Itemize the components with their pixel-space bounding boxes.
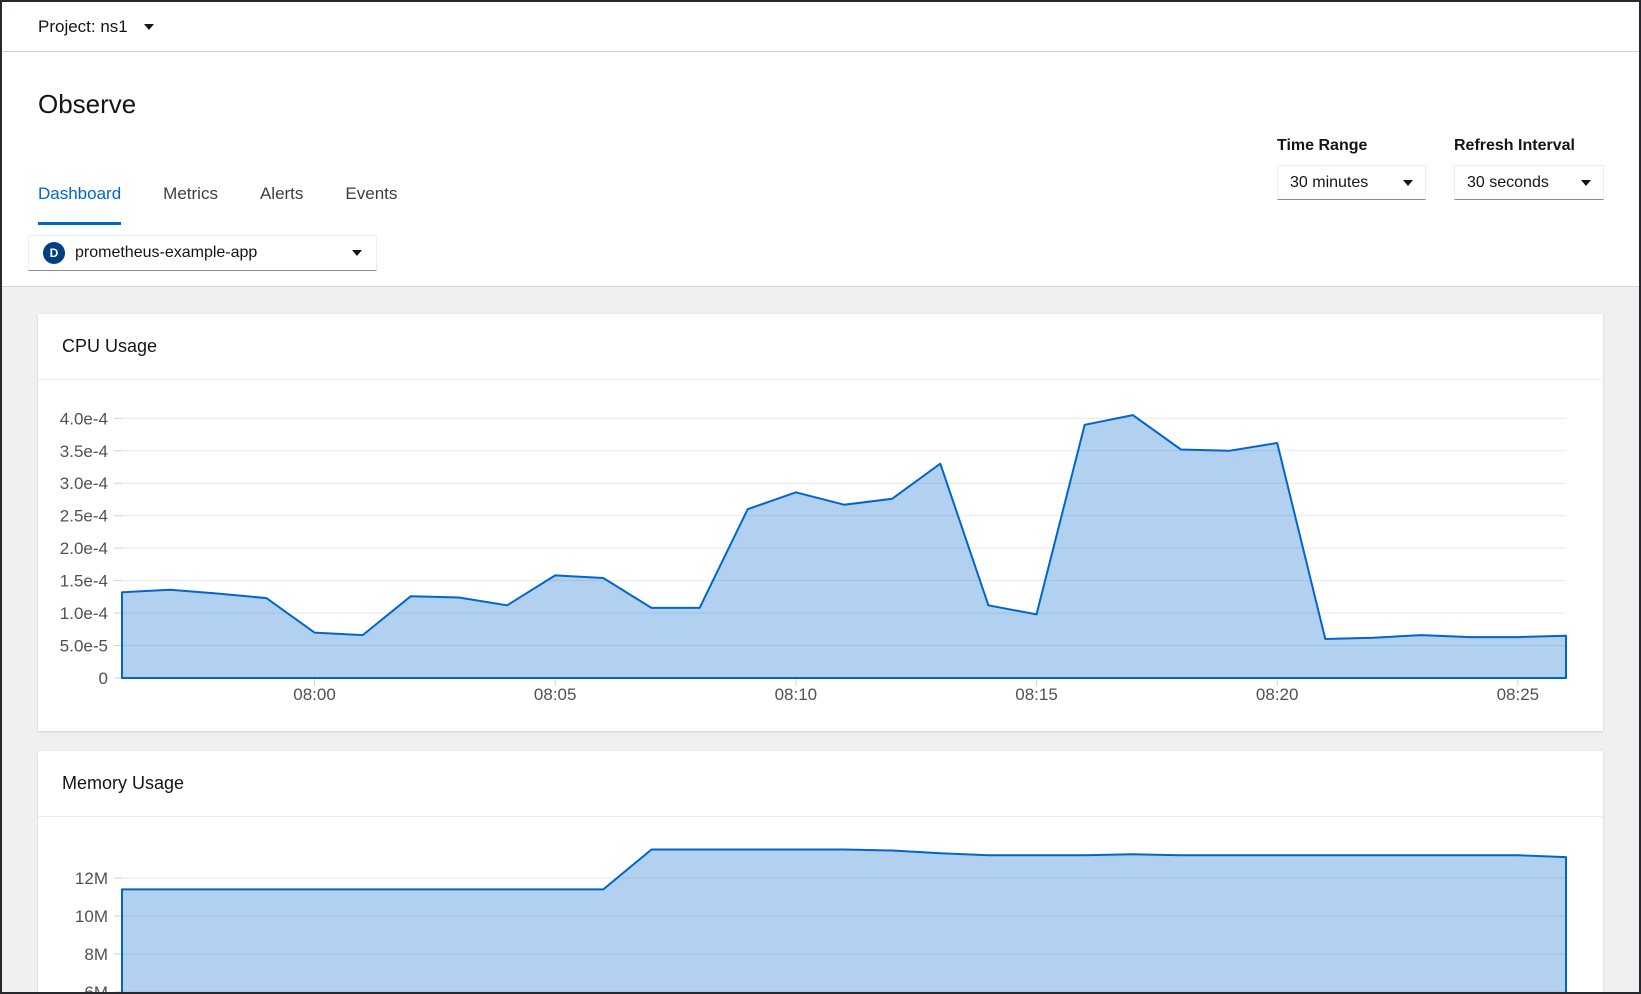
y-axis-tick-label: 4.0e-4 [60, 409, 108, 428]
area-series [122, 850, 1566, 993]
deployment-badge-icon: D [43, 242, 65, 264]
area-series [122, 415, 1566, 678]
memory-usage-card-title: Memory Usage [38, 751, 1603, 817]
time-range-label: Time Range [1277, 137, 1426, 155]
y-axis-tick-label: 0 [99, 669, 108, 688]
tab-dashboard[interactable]: Dashboard [38, 184, 121, 225]
tab-alerts[interactable]: Alerts [260, 184, 303, 225]
y-axis-tick-label: 10M [75, 907, 108, 926]
y-axis-tick-label: 3.5e-4 [60, 442, 108, 461]
y-axis-tick-label: 2.5e-4 [60, 507, 108, 526]
y-axis-tick-label: 3.0e-4 [60, 474, 108, 493]
y-axis-tick-label: 5.0e-5 [60, 637, 108, 656]
project-switcher-dropdown[interactable]: Project: ns1 [38, 17, 154, 37]
resource-dropdown[interactable]: D prometheus-example-app [28, 235, 377, 271]
x-axis-tick-label: 08:00 [293, 685, 336, 704]
memory-usage-chart: 12M 10M 8M 6M [38, 817, 1603, 992]
y-axis-tick-label: 1.0e-4 [60, 604, 108, 623]
cpu-usage-chart: 4.0e-4 3.5e-4 3.0e-4 2.5e-4 2.0e-4 1.5e-4 1.0e… [38, 380, 1603, 720]
x-axis-tick-label: 08:10 [775, 685, 818, 704]
project-switcher-label: Project: ns1 [38, 17, 128, 37]
cpu-usage-card-title: CPU Usage [38, 314, 1603, 380]
caret-down-icon [144, 24, 154, 30]
page-header: Observe Time Range 30 minutes Refresh In… [2, 53, 1639, 287]
memory-usage-card: Memory Usage 12M 10M 8M 6M [38, 751, 1603, 992]
masthead: Project: ns1 [2, 2, 1639, 52]
filter-bar: D prometheus-example-app [2, 225, 1639, 286]
x-axis-tick-label: 08:15 [1015, 685, 1058, 704]
app-window: Project: ns1 Observe Time Range 30 minut… [0, 0, 1641, 994]
page-title: Observe [38, 89, 136, 120]
y-axis-tick-label: 12M [75, 869, 108, 888]
x-axis-tick-label: 08:20 [1256, 685, 1299, 704]
tab-events[interactable]: Events [345, 184, 397, 225]
observe-tabs: Dashboard Metrics Alerts Events [2, 184, 1639, 226]
caret-down-icon [352, 250, 362, 256]
x-axis-tick-label: 08:05 [534, 685, 577, 704]
x-axis-tick-label: 08:25 [1497, 685, 1540, 704]
cpu-usage-card: CPU Usage 4.0e-4 3.5e-4 3.0e-4 2.5e-4 2.0e-4… [38, 314, 1603, 731]
tab-metrics[interactable]: Metrics [163, 184, 218, 225]
y-axis-tick-label: 2.0e-4 [60, 539, 108, 558]
y-axis-tick-label: 6M [84, 983, 108, 992]
y-axis-tick-label: 8M [84, 945, 108, 964]
resource-name: prometheus-example-app [75, 244, 257, 262]
y-axis-tick-label: 1.5e-4 [60, 572, 108, 591]
dashboard-body: CPU Usage 4.0e-4 3.5e-4 3.0e-4 2.5e-4 2.0e-4… [2, 287, 1639, 992]
refresh-interval-label: Refresh Interval [1454, 137, 1604, 155]
